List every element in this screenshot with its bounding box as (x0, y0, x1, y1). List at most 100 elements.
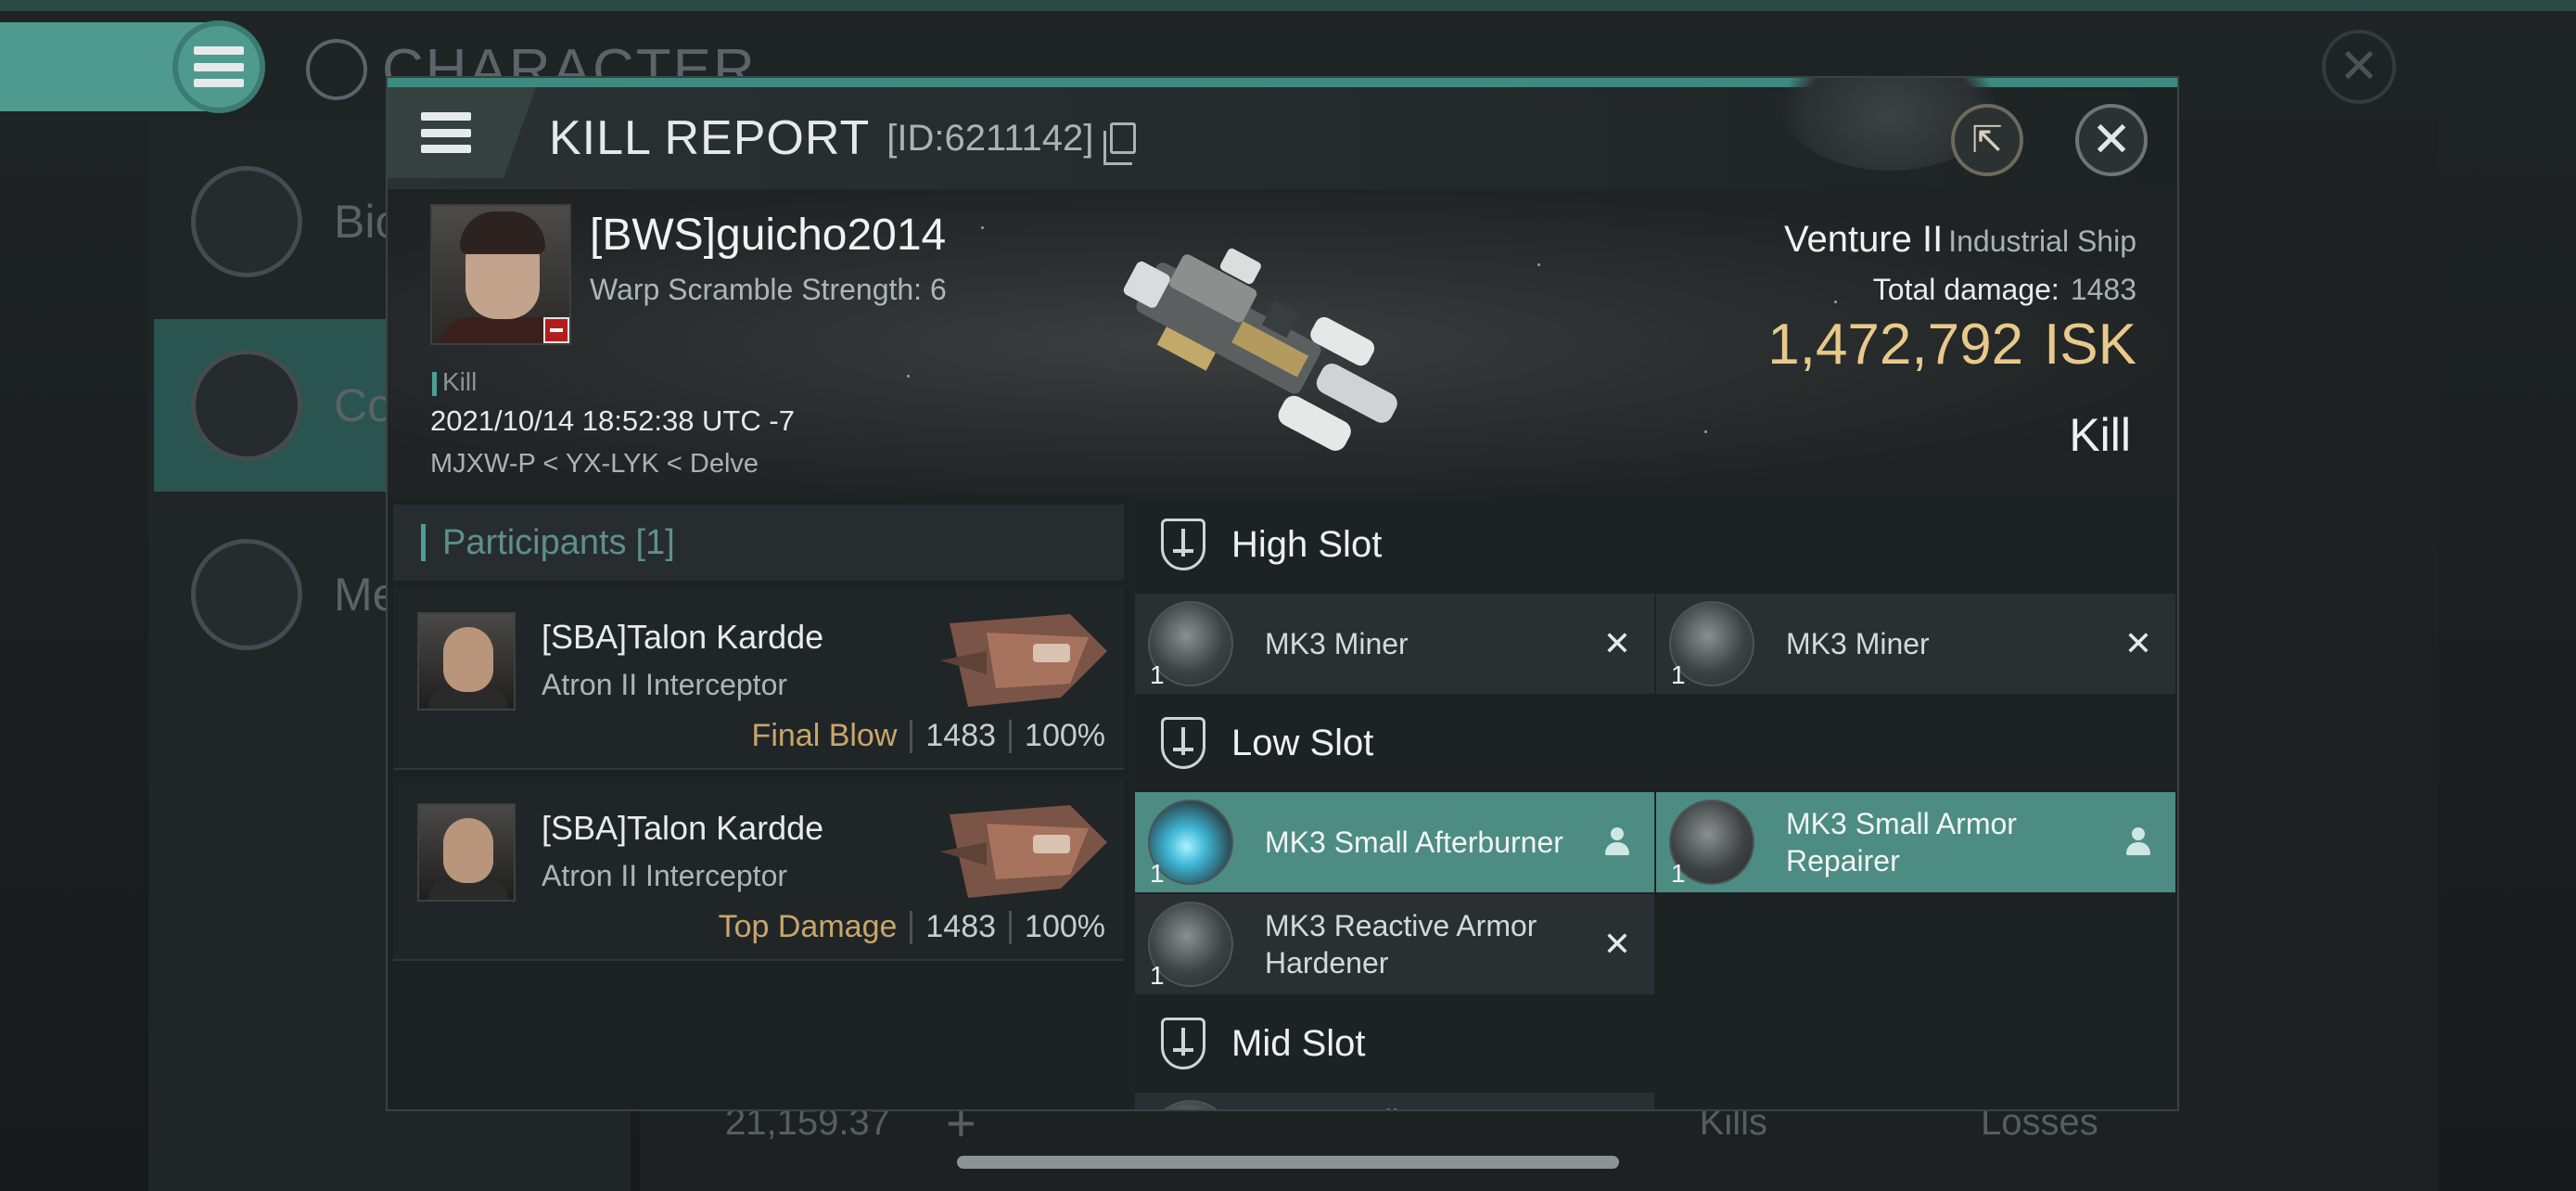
module-qty: 1 (1671, 859, 1686, 888)
participant-stats: Top Damage 1483 100% (719, 909, 1105, 945)
low-slot-header: Low Slot (1135, 696, 2177, 790)
modal-header: KILL REPORT [ID:6211142] ⇱ ✕ (388, 78, 2177, 189)
divider (1009, 910, 1013, 944)
dropped-status (1599, 824, 1636, 861)
module-low-1[interactable]: 1 MK3 Small Afterburner (1135, 792, 1654, 892)
participant-damage: 1483 (925, 718, 997, 753)
participant-row[interactable]: [SBA]Talon Kardde Atron II Interceptor F… (393, 586, 1124, 770)
star-dot (1704, 430, 1707, 433)
isk-value: 1,472,792 ISK (1767, 312, 2136, 378)
participants-count: [1] (635, 522, 675, 562)
module-name: MK3 Small Armor Repairer (1786, 807, 2017, 877)
participant-damage: 1483 (925, 909, 997, 944)
atron-ship-image (940, 614, 1107, 707)
module-name: MK3 Small Afterburner (1265, 826, 1563, 859)
venture-ship-image[interactable] (1092, 215, 1426, 484)
module-name: MK3 Reactive Armor Hardener (1265, 909, 1537, 980)
participant-ship: Atron II Interceptor (542, 668, 788, 701)
participant-role: Top Damage (718, 909, 898, 944)
participant-ship: Atron II Interceptor (542, 859, 788, 892)
isk-amount: 1,472,792 (1767, 313, 2024, 377)
ship-class: Industrial Ship (1948, 224, 2136, 258)
module-high-1[interactable]: 1 MK3 Miner ✕ (1135, 594, 1654, 694)
menu-icon (421, 112, 471, 153)
participant-role: Final Blow (751, 718, 898, 753)
modal-close-button[interactable]: ✕ (2075, 104, 2148, 176)
participant-percent: 100% (1025, 718, 1105, 753)
person-icon (2126, 827, 2150, 857)
copy-icon[interactable] (1103, 122, 1137, 165)
victim-summary: [BWS]guicho2014 Warp Scramble Strength: … (388, 189, 2177, 497)
share-button[interactable]: ⇱ (1951, 104, 2023, 176)
star-dot (981, 226, 984, 229)
participants-header: Participants [1] (393, 505, 1124, 581)
fitting-panel: High Slot 1 MK3 Miner ✕ 1 MK3 Miner ✕ Lo… (1135, 497, 2177, 1109)
participant-percent: 100% (1025, 909, 1105, 944)
star-icon (191, 539, 302, 650)
total-damage-value: 1483 (2070, 273, 2136, 306)
module-high-2[interactable]: 1 MK3 Miner ✕ (1656, 594, 2175, 694)
participants-label: Participants (442, 522, 627, 562)
module-low-2[interactable]: 1 MK3 Small Armor Repairer (1656, 792, 2175, 892)
modal-menu-button[interactable] (388, 87, 536, 178)
kill-tag-bar (432, 371, 437, 396)
bio-icon (191, 166, 302, 277)
ship-name[interactable]: Venture II Industrial Ship (1784, 219, 2136, 261)
victim-name[interactable]: [BWS]guicho2014 (590, 210, 946, 261)
participants-bar (421, 524, 426, 561)
low-slot-label: Low Slot (1231, 722, 1374, 763)
kill-result: Kill (2069, 409, 2131, 461)
kill-report-modal: KILL REPORT [ID:6211142] ⇱ ✕ [BWS]guicho… (386, 76, 2179, 1111)
external-link-icon: ⇱ (1971, 120, 2003, 160)
avatar-head (443, 627, 493, 692)
avatar-hair (460, 211, 545, 254)
mid-slot-label: Mid Slot (1231, 1022, 1366, 1064)
close-icon: ✕ (2091, 113, 2132, 167)
slot-shield-icon (1161, 717, 1205, 769)
modal-title-text: KILL REPORT (549, 111, 871, 165)
destroyed-icon: ✕ (1602, 925, 1632, 963)
module-low-3[interactable]: 1 MK3 Reactive Armor Hardener ✕ (1135, 894, 1654, 994)
high-slot-label: High Slot (1231, 523, 1383, 565)
warp-strength: Warp Scramble Strength: 6 (590, 273, 947, 306)
kill-datetime: 2021/10/14 18:52:38 UTC -7 (430, 404, 795, 437)
module-name: MK3 Miner (1265, 627, 1409, 660)
main-menu-button[interactable] (172, 20, 265, 113)
ship-name-text: Venture II (1783, 219, 1944, 260)
modal-title: KILL REPORT [ID:6211142] (549, 96, 1137, 180)
participant-row[interactable]: [SBA]Talon Kardde Atron II Interceptor T… (393, 777, 1124, 961)
module-qty: 1 (1150, 660, 1165, 689)
divider (1009, 719, 1013, 753)
energy-module-icon (1148, 1100, 1233, 1109)
participant-avatar[interactable] (417, 612, 516, 711)
home-indicator[interactable] (957, 1156, 1619, 1169)
kill-location[interactable]: MJXW-P < YX-LYK < Delve (430, 449, 759, 480)
module-qty: 1 (1150, 961, 1165, 990)
participant-name: [SBA]Talon Kardde (542, 618, 824, 656)
participants-panel: Participants [1] [SBA]Talon Kardde Atron… (388, 497, 1129, 1109)
report-id: [ID:6211142] (886, 117, 1094, 159)
close-icon: ✕ (2339, 40, 2379, 94)
sidebar-item-label: Co (334, 379, 393, 431)
divider (910, 719, 913, 753)
avatar-head (443, 818, 493, 883)
total-damage-label: Total damage: (1872, 273, 2060, 306)
destroyed-icon: ✕ (2123, 624, 2153, 662)
dropped-status (2120, 824, 2157, 861)
standing-badge (543, 317, 569, 343)
module-mid-1[interactable]: MK5 Medium Energy ✕ (1135, 1093, 1654, 1109)
total-damage: Total damage: 1483 (1873, 273, 2136, 307)
star-dot (907, 375, 910, 378)
menu-icon (194, 46, 244, 87)
participant-avatar[interactable] (417, 803, 516, 902)
slot-shield-icon (1161, 519, 1205, 570)
participant-stats: Final Blow 1483 100% (752, 718, 1105, 754)
divider (910, 910, 913, 944)
atron-ship-image (940, 805, 1107, 898)
star-dot (1537, 263, 1540, 266)
high-slot-header: High Slot (1135, 497, 2177, 592)
module-qty: 1 (1671, 660, 1686, 689)
app-screen: { "background": { "title": "CHARACTER", … (0, 0, 2576, 1191)
page-close-button[interactable]: ✕ (2322, 30, 2396, 104)
slot-shield-icon (1161, 1018, 1205, 1069)
